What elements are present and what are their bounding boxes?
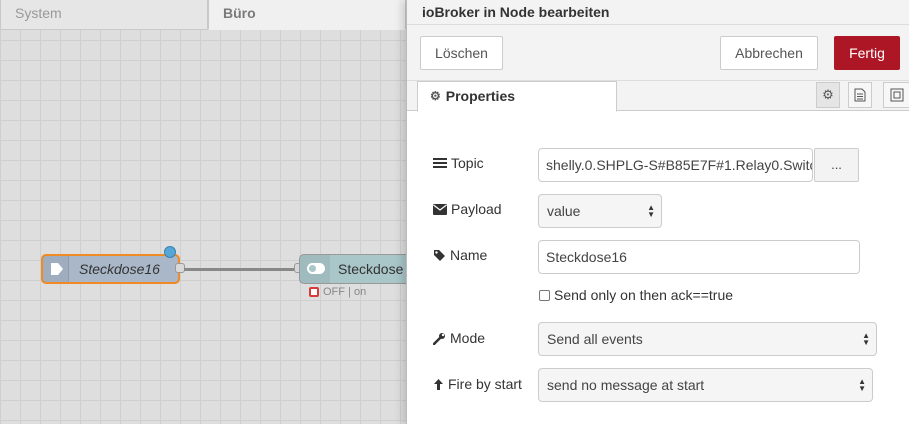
tab-system[interactable]: System bbox=[0, 0, 208, 30]
payload-select-value: value bbox=[547, 203, 581, 219]
payload-select[interactable]: value ▲ ▼ bbox=[538, 194, 662, 228]
node-icon-area bbox=[43, 256, 69, 282]
edit-tray: ioBroker in Node bearbeiten Löschen Abbr… bbox=[406, 0, 909, 424]
fire-by-start-label-text: Fire by start bbox=[448, 376, 522, 392]
flow-workspace[interactable]: System Büro Steckdose16 Steckdose OFF | … bbox=[0, 0, 406, 424]
tab-buero[interactable]: Büro bbox=[208, 0, 406, 30]
arrow-up-icon bbox=[434, 378, 443, 390]
select-arrows-icon: ▲ ▼ bbox=[862, 331, 870, 347]
tray-tabs: ⚙ Properties ⚙ bbox=[407, 81, 909, 112]
node-icon-area bbox=[300, 255, 330, 283]
input-node-label: Steckdose16 bbox=[79, 261, 160, 277]
tasks-icon bbox=[433, 158, 447, 168]
gear-icon: ⚙ bbox=[430, 89, 441, 103]
tab-properties-label: Properties bbox=[445, 88, 516, 104]
topic-label: Topic bbox=[433, 155, 484, 171]
iobroker-in-node[interactable]: Steckdose16 bbox=[41, 254, 180, 284]
status-ring-icon bbox=[309, 287, 319, 297]
tab-properties[interactable]: ⚙ Properties bbox=[417, 81, 617, 112]
node-status: OFF | on bbox=[309, 286, 366, 298]
tray-title: ioBroker in Node bearbeiten bbox=[407, 0, 909, 25]
fire-by-start-select[interactable]: send no message at start ▲ ▼ bbox=[538, 368, 873, 402]
document-icon bbox=[854, 88, 866, 102]
select-arrows-icon: ▲ ▼ bbox=[647, 203, 655, 219]
mode-select[interactable]: Send all events ▲ ▼ bbox=[538, 322, 877, 356]
topic-input[interactable]: shelly.0.SHPLG-S#B85E7F#1.Relay0.Switch bbox=[538, 148, 813, 182]
payload-label: Payload bbox=[433, 201, 502, 217]
iobroker-out-node[interactable]: Steckdose bbox=[299, 254, 406, 284]
ack-only-checkbox[interactable] bbox=[539, 289, 550, 301]
name-input[interactable]: Steckdose16 bbox=[538, 240, 860, 274]
tab-description[interactable] bbox=[848, 82, 872, 108]
select-arrows-icon: ▲ ▼ bbox=[858, 377, 866, 393]
envelope-icon bbox=[433, 203, 447, 215]
output-node-label: Steckdose bbox=[338, 261, 404, 277]
payload-label-text: Payload bbox=[451, 201, 502, 217]
tab-appearance[interactable] bbox=[883, 82, 909, 108]
name-label-text: Name bbox=[450, 247, 488, 263]
cancel-button[interactable]: Abbrechen bbox=[720, 36, 818, 70]
arrow-in-icon bbox=[51, 263, 63, 275]
workspace-tab-bar: System Büro bbox=[0, 0, 406, 30]
fire-by-start-select-value: send no message at start bbox=[547, 377, 705, 393]
tag-icon bbox=[434, 249, 445, 261]
done-button[interactable]: Fertig bbox=[834, 36, 900, 70]
tab-properties-gear[interactable]: ⚙ bbox=[816, 82, 840, 108]
fire-by-start-label: Fire by start bbox=[433, 376, 522, 392]
frame-icon bbox=[890, 88, 903, 102]
ack-only-label: Send only on then ack==true bbox=[554, 287, 734, 303]
node-status-text: OFF | on bbox=[323, 286, 367, 298]
name-label: Name bbox=[433, 247, 487, 263]
topic-label-text: Topic bbox=[451, 155, 484, 171]
tray-toolbar: Löschen Abbrechen Fertig bbox=[407, 25, 909, 81]
changed-indicator-dot bbox=[164, 246, 176, 258]
mode-select-value: Send all events bbox=[547, 331, 643, 347]
mode-label-text: Mode bbox=[450, 330, 486, 346]
delete-button[interactable]: Löschen bbox=[420, 36, 503, 70]
wrench-icon bbox=[433, 332, 445, 345]
ack-only-row[interactable]: Send only on then ack==true bbox=[539, 287, 733, 303]
gear-icon: ⚙ bbox=[822, 87, 834, 102]
connection-wire[interactable] bbox=[184, 268, 300, 271]
mode-label: Mode bbox=[433, 330, 485, 346]
topic-browse-button[interactable]: ... bbox=[814, 148, 859, 182]
properties-form: Topic shelly.0.SHPLG-S#B85E7F#1.Relay0.S… bbox=[407, 111, 909, 424]
toggle-icon bbox=[307, 263, 325, 274]
